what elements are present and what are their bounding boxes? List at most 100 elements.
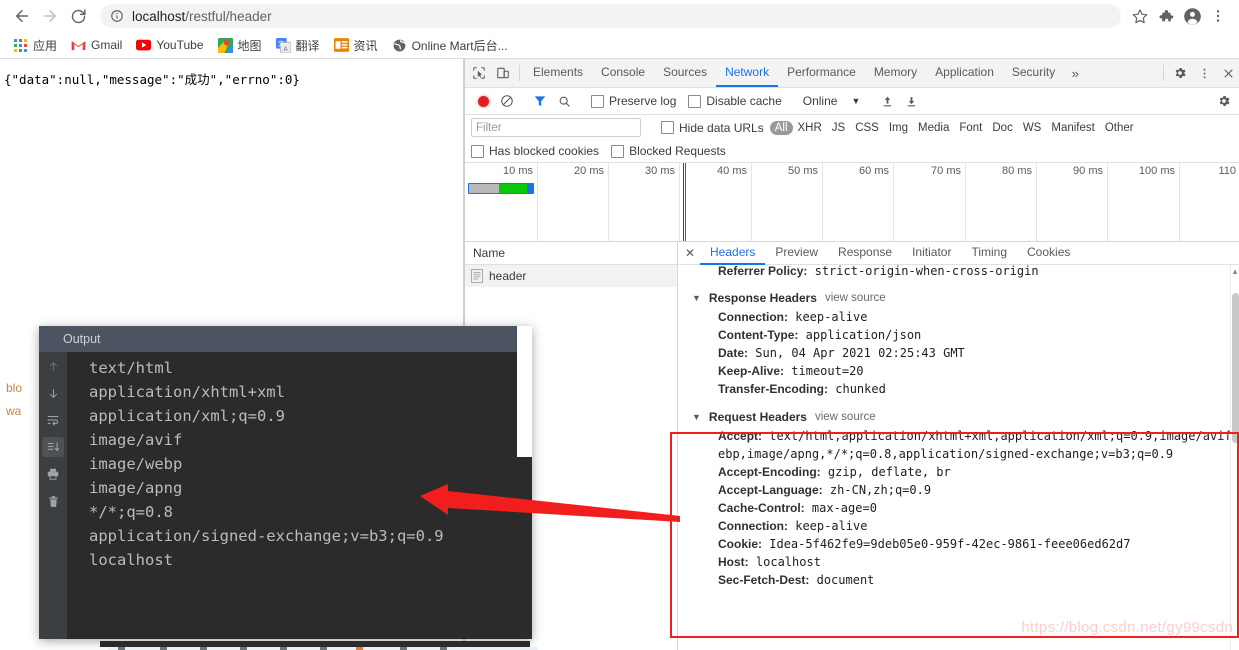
type-filter-all[interactable]: All (769, 120, 793, 135)
view-source-link[interactable]: view source (825, 292, 886, 304)
hide-data-urls-checkbox[interactable] (661, 121, 674, 134)
record-button[interactable] (471, 95, 495, 107)
type-filter-css[interactable]: CSS (850, 121, 884, 135)
bookmark-star-icon[interactable] (1127, 3, 1153, 29)
scroll-up-arrow-icon[interactable]: ▲ (1231, 267, 1239, 276)
detail-tab-timing[interactable]: Timing (961, 242, 1017, 265)
device-toolbar-icon[interactable] (491, 59, 515, 87)
detail-tab-preview[interactable]: Preview (765, 242, 828, 265)
bookmarks-bar: 应用 Gmail YouTube 地图 文A 翻译 资讯 Online Mart… (0, 32, 1239, 59)
output-console-text[interactable]: text/html application/xhtml+xml applicat… (67, 352, 532, 639)
clear-button[interactable] (495, 94, 519, 108)
bookmark-translate[interactable]: 文A 翻译 (269, 35, 327, 56)
preserve-log-toggle[interactable]: Preserve log (585, 94, 682, 108)
blocked-requests-toggle[interactable]: Blocked Requests (605, 144, 732, 158)
type-filter-font[interactable]: Font (954, 121, 987, 135)
requests-column-header[interactable]: Name (465, 242, 677, 265)
view-source-link[interactable]: view source (815, 411, 876, 423)
table-row[interactable]: header (465, 265, 677, 287)
scroll-down-icon[interactable] (42, 383, 64, 403)
network-settings-gear-icon[interactable] (1212, 94, 1236, 108)
import-har-icon[interactable] (875, 95, 899, 108)
detail-tab-response[interactable]: Response (828, 242, 902, 265)
type-filter-js[interactable]: JS (827, 121, 850, 135)
type-filter-ws[interactable]: WS (1018, 121, 1047, 135)
hide-data-urls-toggle[interactable]: Hide data URLs (655, 121, 770, 135)
address-bar[interactable]: localhost/restful/header (100, 4, 1121, 28)
type-filter-doc[interactable]: Doc (987, 121, 1017, 135)
bookmark-news[interactable]: 资讯 (327, 35, 385, 56)
bookmark-label: 地图 (237, 38, 262, 53)
detail-tab-headers[interactable]: Headers (700, 242, 766, 265)
type-filter-manifest[interactable]: Manifest (1046, 121, 1099, 135)
back-arrow-icon[interactable] (8, 2, 36, 30)
preserve-log-checkbox[interactable] (591, 94, 604, 108)
type-filter-other[interactable]: Other (1100, 121, 1139, 135)
tab-sources[interactable]: Sources (654, 59, 716, 87)
tab-performance[interactable]: Performance (778, 59, 865, 87)
trash-icon[interactable] (42, 491, 64, 511)
close-icon[interactable] (1216, 59, 1239, 87)
type-filter-img[interactable]: Img (884, 121, 913, 135)
tab-console[interactable]: Console (592, 59, 654, 87)
gmail-icon (71, 38, 86, 53)
soft-wrap-icon[interactable] (42, 410, 64, 430)
disable-cache-toggle[interactable]: Disable cache (682, 94, 787, 108)
headers-scroll-body[interactable]: Referrer Policy: strict-origin-when-cros… (678, 265, 1239, 650)
filter-funnel-icon[interactable] (528, 94, 552, 108)
throttling-select[interactable]: Online ▼ (797, 94, 867, 108)
scroll-to-end-icon[interactable] (42, 437, 64, 457)
search-icon[interactable] (552, 95, 576, 108)
header-value: keep-alive (795, 310, 868, 324)
type-filter-media[interactable]: Media (913, 121, 954, 135)
request-headers-section-title[interactable]: ▼ Request Headers view source (678, 407, 1239, 427)
export-har-icon[interactable] (899, 95, 923, 108)
timeline-tick: 60 ms (859, 165, 889, 177)
header-key: Content-Type: (718, 328, 799, 342)
details-scrollbar[interactable]: ▲ (1230, 265, 1239, 650)
overflow-menu-icon[interactable] (1205, 3, 1231, 29)
bookmark-maps[interactable]: 地图 (211, 35, 269, 56)
response-headers-section-title[interactable]: ▼ Response Headers view source (678, 288, 1239, 308)
header-row: Content-Type: application/json (678, 326, 1239, 344)
detail-tab-cookies[interactable]: Cookies (1017, 242, 1080, 265)
disable-cache-checkbox[interactable] (688, 94, 702, 108)
bookmark-apps[interactable]: 应用 (6, 35, 64, 56)
network-timeline-overview[interactable]: 10 ms 20 ms 30 ms 40 ms 50 ms 60 ms 70 m… (465, 163, 1239, 242)
inspect-element-icon[interactable] (467, 59, 491, 87)
request-name: header (489, 269, 527, 283)
tab-network[interactable]: Network (716, 59, 779, 87)
bookmark-label: 翻译 (295, 38, 320, 53)
print-icon[interactable] (42, 464, 64, 484)
filter-input[interactable]: Filter (471, 118, 641, 137)
tab-security[interactable]: Security (1003, 59, 1064, 87)
chevron-double-right-icon[interactable]: » (1064, 59, 1086, 87)
reload-icon[interactable] (64, 2, 92, 30)
bookmark-gmail[interactable]: Gmail (64, 36, 129, 55)
site-info-icon[interactable] (110, 9, 124, 23)
has-blocked-cookies-checkbox[interactable] (471, 144, 484, 158)
devtools-tabbar: Elements Console Sources Network Perform… (465, 59, 1239, 88)
close-details-icon[interactable]: ✕ (680, 246, 700, 260)
network-lower-split: Name header ✕ Headers Preview Response I… (465, 242, 1239, 650)
bookmark-youtube[interactable]: YouTube (129, 36, 210, 55)
forward-arrow-icon[interactable] (36, 2, 64, 30)
tab-memory[interactable]: Memory (865, 59, 926, 87)
profile-avatar-icon[interactable] (1179, 3, 1205, 29)
extensions-puzzle-icon[interactable] (1153, 3, 1179, 29)
tab-elements[interactable]: Elements (524, 59, 592, 87)
output-line: localhost (89, 551, 173, 569)
header-row: Date: Sun, 04 Apr 2021 02:25:43 GMT (678, 344, 1239, 362)
more-vertical-icon[interactable] (1192, 59, 1216, 87)
gear-icon[interactable] (1168, 59, 1192, 87)
type-filter-xhr[interactable]: XHR (793, 121, 827, 135)
detail-tab-initiator[interactable]: Initiator (902, 242, 961, 265)
tab-application[interactable]: Application (926, 59, 1003, 87)
scrollbar-thumb[interactable] (1232, 293, 1239, 443)
blocked-requests-checkbox[interactable] (611, 144, 625, 158)
bookmark-online-mart[interactable]: Online Mart后台... (385, 35, 515, 56)
scroll-up-icon[interactable] (42, 356, 64, 376)
has-blocked-cookies-toggle[interactable]: Has blocked cookies (471, 144, 605, 158)
output-line: application/signed-exchange;v=b3;q=0.9 (89, 527, 444, 545)
chevron-down-icon[interactable]: ▼ (851, 96, 860, 106)
